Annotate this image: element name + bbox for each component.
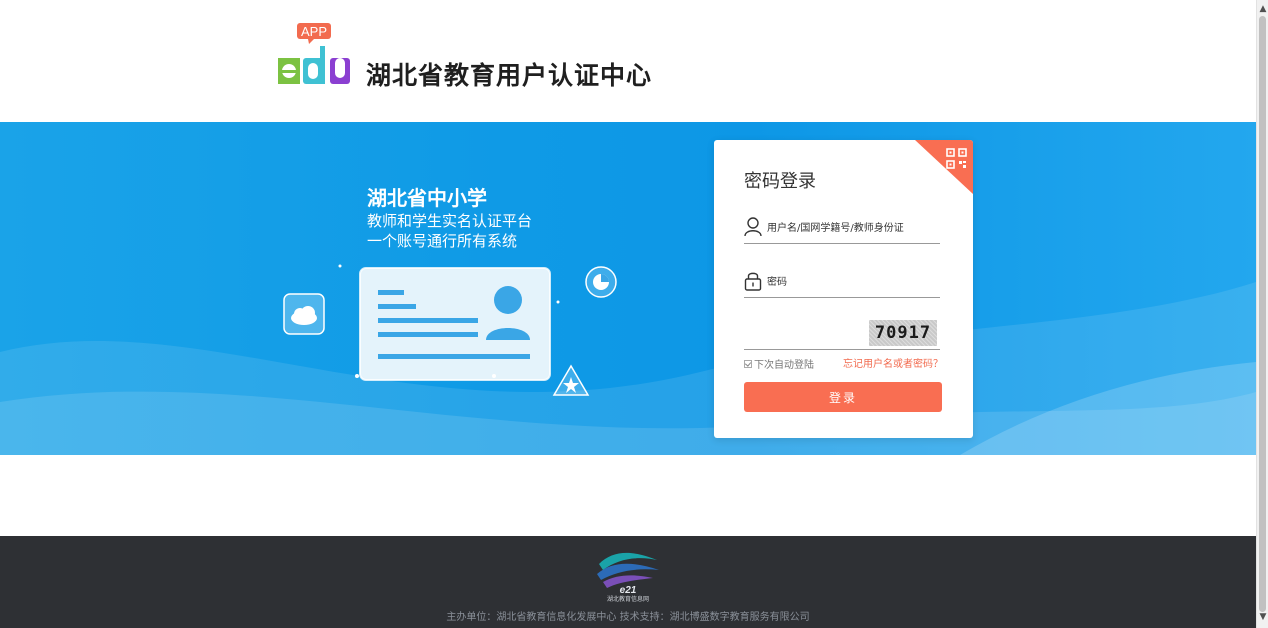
scroll-up-icon[interactable]: ▲ (1257, 2, 1268, 16)
username-input[interactable] (767, 216, 937, 240)
remember-checkbox[interactable] (744, 359, 752, 368)
vertical-scrollbar[interactable]: ▲ ▼ (1256, 0, 1268, 628)
svg-text:APP: APP (301, 24, 327, 39)
password-field (744, 268, 940, 298)
pie-chart-icon (585, 266, 617, 298)
user-icon (744, 217, 762, 237)
scroll-thumb[interactable] (1259, 16, 1266, 612)
login-card: 密码登录 70917 (714, 140, 973, 438)
page-header: APP 湖北省教育用户认证中心 (0, 0, 1256, 122)
footer-logo-caption: 湖北教育信息网 (606, 596, 649, 603)
password-input[interactable] (767, 270, 937, 294)
remember-me[interactable]: 下次自动登陆 (744, 356, 814, 371)
captcha-field: 70917 (744, 320, 940, 350)
slogan-line-2: 一个账号通行所有系统 (367, 232, 518, 250)
forgot-link[interactable]: 忘记用户名或者密码？ (843, 355, 943, 370)
slogan-line-1: 教师和学生实名认证平台 (367, 212, 533, 230)
id-card-illustration (283, 264, 617, 396)
hero-banner: 湖北省中小学 教师和学生实名认证平台 一个账号通行所有系统 密码登录 用户名/国… (0, 122, 1256, 455)
site-title: 湖北省教育用户认证中心 (366, 61, 653, 90)
captcha-input[interactable] (744, 322, 864, 346)
qr-code-icon[interactable] (946, 148, 967, 169)
footer-text: 主办单位：湖北省教育信息化发展中心 技术支持：湖北博盛数字教育服务有限公司 (446, 612, 810, 623)
lock-icon (744, 272, 762, 291)
captcha-image[interactable]: 70917 (869, 320, 937, 346)
remember-label: 下次自动登陆 (754, 360, 814, 371)
login-button[interactable]: 登录 (744, 382, 942, 412)
e21-logo: e21 (597, 552, 659, 596)
page-footer: e21 湖北教育信息网 主办单位：湖北省教育信息化发展中心 技术支持：湖北博盛数… (0, 536, 1256, 628)
login-page: APP 湖北省教育用户认证中心 湖北省中小学 教师和学生实名认证平台 一个账号通… (0, 0, 1268, 628)
edu-app-logo: APP (278, 23, 350, 84)
username-field (744, 214, 940, 244)
cloud-icon (283, 293, 325, 335)
id-card-icon (359, 267, 551, 381)
login-title: 密码登录 (744, 171, 816, 192)
scroll-down-icon[interactable]: ▼ (1257, 610, 1268, 624)
slogan-main: 湖北省中小学 (367, 186, 487, 210)
star-icon (552, 364, 590, 396)
